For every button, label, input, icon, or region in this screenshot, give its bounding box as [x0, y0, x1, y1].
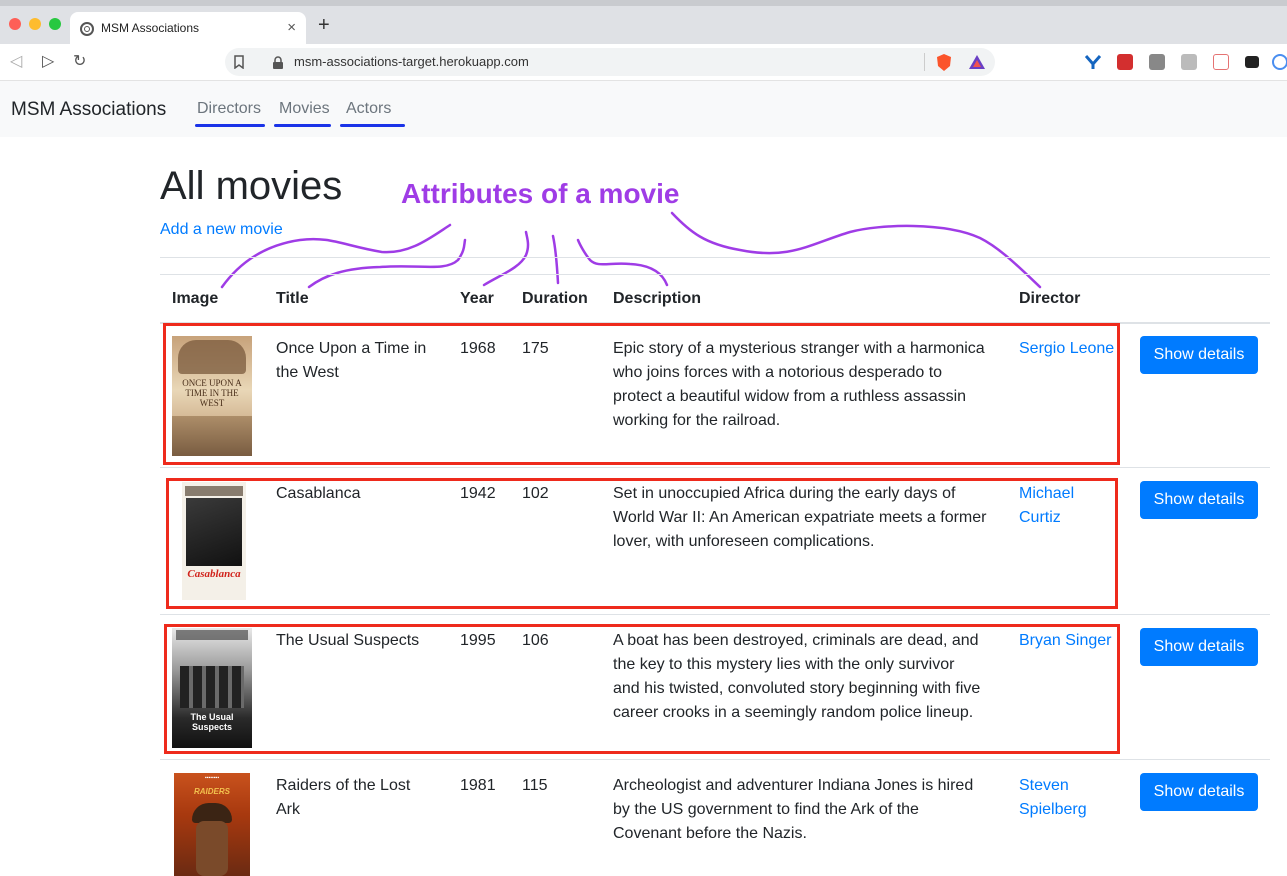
poster-figure	[196, 821, 228, 876]
director-link[interactable]: Steven	[1019, 774, 1069, 798]
column-header-duration: Duration	[522, 290, 588, 307]
row-highlight-annotation	[163, 323, 1120, 465]
movie-title: Raiders of the Lost	[276, 777, 411, 794]
poster-title-text: RAIDERS	[193, 787, 230, 796]
row-highlight-annotation	[164, 624, 1120, 754]
movie-year: 1981	[460, 777, 496, 794]
column-header-image: Image	[172, 290, 219, 307]
table-top-border	[160, 274, 1270, 275]
poster-tagline: ▪▪▪▪▪▪▪▪	[204, 775, 220, 781]
movie-title-line2: Ark	[276, 801, 300, 818]
column-header-year: Year	[460, 290, 494, 307]
row-divider	[160, 467, 1270, 468]
show-details-button[interactable]: Show details	[1140, 628, 1258, 666]
movie-duration: 115	[522, 777, 548, 794]
column-header-director: Director	[1019, 290, 1081, 307]
show-details-button[interactable]: Show details	[1140, 773, 1258, 811]
movie-poster-image: ▪▪▪▪▪▪▪▪ RAIDERS	[174, 773, 250, 876]
movie-description-line: Covenant before the Nazis.	[613, 825, 807, 842]
row-divider	[160, 759, 1270, 760]
poster-hat	[192, 803, 232, 823]
row-highlight-annotation	[166, 478, 1118, 609]
movie-description-line: by the US government to find the Ark of …	[613, 801, 919, 818]
show-details-button[interactable]: Show details	[1140, 481, 1258, 519]
row-divider	[160, 614, 1270, 615]
show-details-button[interactable]: Show details	[1140, 336, 1258, 374]
column-header-title: Title	[276, 290, 309, 307]
section-divider	[160, 257, 1270, 258]
column-header-description: Description	[613, 290, 702, 307]
director-link-line2[interactable]: Spielberg	[1019, 798, 1087, 822]
movie-description-line: Archeologist and adventurer Indiana Jone…	[613, 777, 974, 794]
